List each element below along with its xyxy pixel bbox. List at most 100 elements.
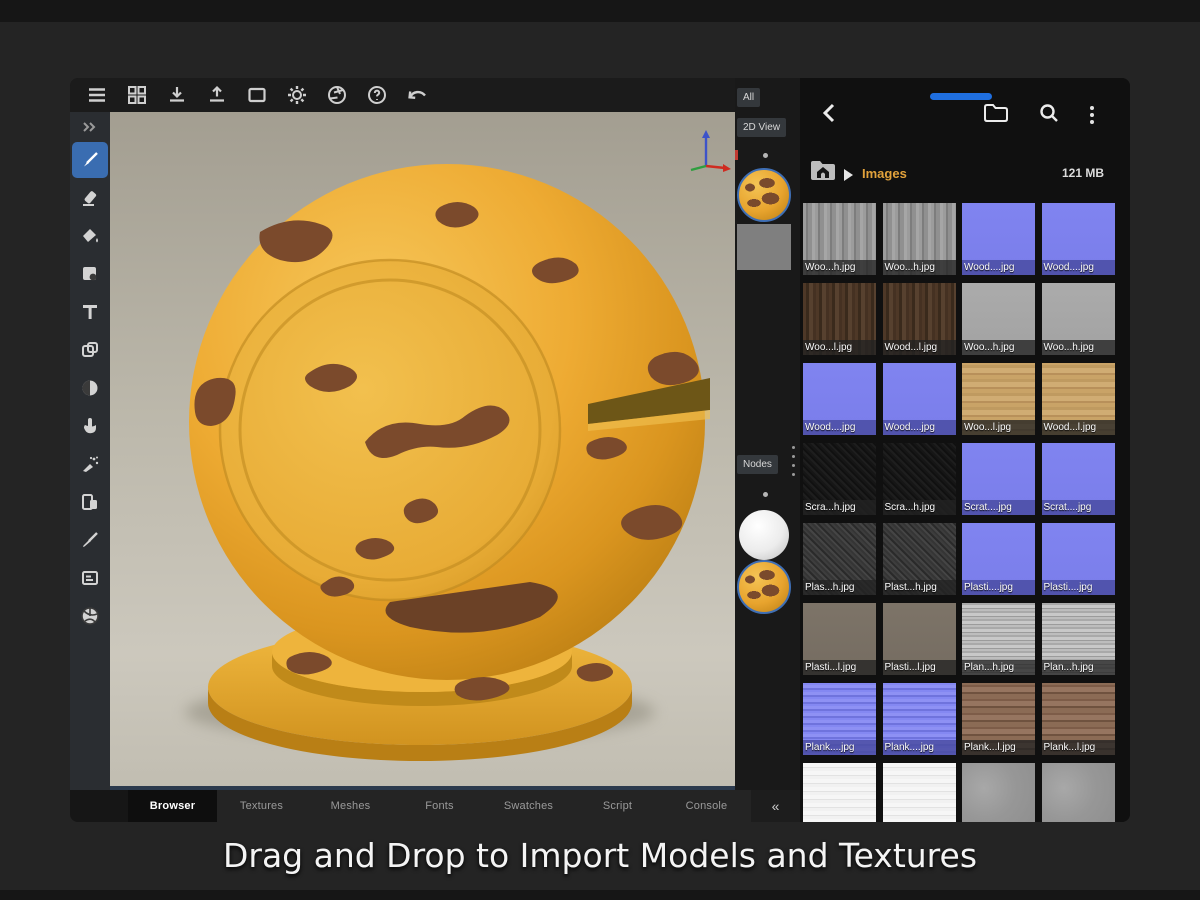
tool-smudge[interactable] <box>72 408 108 444</box>
tab-meshes[interactable]: Meshes <box>306 790 395 822</box>
texture-filename: Scra...h.jpg <box>883 500 956 515</box>
back-button[interactable] <box>818 104 840 126</box>
texture-item[interactable]: Plasti...l.jpg <box>803 603 876 675</box>
texture-filename: Wood....jpg <box>962 260 1035 275</box>
import-button[interactable] <box>164 82 190 108</box>
tool-fill[interactable] <box>72 218 108 254</box>
texture-item[interactable]: Plank....jpg <box>803 683 876 755</box>
export-button[interactable] <box>204 82 230 108</box>
apps-grid-icon <box>125 83 149 107</box>
texture-filename: Woo...h.jpg <box>962 340 1035 355</box>
texture-item[interactable]: Plank....jpg <box>883 683 956 755</box>
hamburger-icon <box>85 83 109 107</box>
material-thumbnail-yellow[interactable] <box>737 560 791 614</box>
texture-item[interactable] <box>883 763 956 822</box>
texture-item[interactable] <box>803 763 876 822</box>
tool-blur[interactable] <box>72 370 108 406</box>
texture-item[interactable]: Plan...h.jpg <box>962 603 1035 675</box>
sidebar-expand-button[interactable] <box>82 118 98 140</box>
texture-filename: Scrat....jpg <box>962 500 1035 515</box>
tab-nodes[interactable]: Nodes <box>737 455 778 474</box>
tab-script[interactable]: Script <box>573 790 662 822</box>
apps-button[interactable] <box>124 82 150 108</box>
texture-item[interactable]: Plasti....jpg <box>1042 523 1115 595</box>
texture-item[interactable]: Woo...h.jpg <box>962 283 1035 355</box>
texture-item[interactable]: Woo...l.jpg <box>803 283 876 355</box>
tool-material[interactable] <box>72 598 108 634</box>
tab-textures[interactable]: Textures <box>217 790 306 822</box>
texture-item[interactable]: Wood...l.jpg <box>883 283 956 355</box>
smudge-finger-icon <box>79 415 101 437</box>
viewport-3d[interactable] <box>110 112 735 790</box>
search-icon <box>1037 101 1061 130</box>
download-icon <box>165 83 189 107</box>
texture-item[interactable] <box>1042 763 1115 822</box>
tool-picker[interactable] <box>72 522 108 558</box>
texture-item[interactable]: Wood....jpg <box>803 363 876 435</box>
texture-item[interactable]: Woo...h.jpg <box>1042 283 1115 355</box>
search-button[interactable] <box>1036 102 1062 128</box>
texture-item[interactable]: Plank...l.jpg <box>1042 683 1115 755</box>
back-chevron-icon <box>822 102 836 129</box>
particle-spray-icon <box>79 453 101 475</box>
texture-filename: Plank...l.jpg <box>1042 740 1115 755</box>
material-thumbnail-white[interactable] <box>739 510 789 560</box>
texture-item[interactable]: Plan...h.jpg <box>1042 603 1115 675</box>
file-browser-panel: Images 121 MB Woo...h.jpgWoo...h.jpgWood… <box>800 78 1130 822</box>
texture-item[interactable] <box>962 763 1035 822</box>
texture-item[interactable]: Wood...l.jpg <box>1042 363 1115 435</box>
render-button[interactable] <box>324 82 350 108</box>
texture-item[interactable]: Scrat....jpg <box>962 443 1035 515</box>
texture-item[interactable]: Wood....jpg <box>883 363 956 435</box>
overflow-menu-button[interactable] <box>1084 104 1100 126</box>
texture-item[interactable]: Plast...h.jpg <box>883 523 956 595</box>
bottom-tab-bar: BrowserTexturesMeshesFontsSwatchesScript… <box>70 790 800 822</box>
texture-item[interactable]: Wood....jpg <box>1042 203 1115 275</box>
tab-console[interactable]: Console <box>662 790 751 822</box>
undo-button[interactable] <box>404 82 430 108</box>
texture-item[interactable]: Woo...h.jpg <box>883 203 956 275</box>
texture-item[interactable]: Woo...h.jpg <box>803 203 876 275</box>
texture-item[interactable]: Scra...h.jpg <box>883 443 956 515</box>
add-layer-button[interactable] <box>763 153 768 158</box>
home-button[interactable] <box>808 158 838 186</box>
texture-item[interactable]: Plasti....jpg <box>962 523 1035 595</box>
letterbox-top <box>0 0 1200 22</box>
help-button[interactable] <box>364 82 390 108</box>
texture-filename: Plank....jpg <box>883 740 956 755</box>
tool-eraser[interactable] <box>72 180 108 216</box>
window-button[interactable] <box>244 82 270 108</box>
caption-text: Drag and Drop to Import Models and Textu… <box>0 836 1200 875</box>
texture-item[interactable]: Scra...h.jpg <box>803 443 876 515</box>
tool-particle[interactable] <box>72 446 108 482</box>
texture-item[interactable]: Scrat....jpg <box>1042 443 1115 515</box>
tab-2d-view[interactable]: 2D View <box>737 118 786 137</box>
texture-filename: Plas...h.jpg <box>803 580 876 595</box>
tabbar-collapse-button[interactable]: « <box>751 790 800 822</box>
layer-thumbnail-gray[interactable] <box>737 224 791 270</box>
breadcrumb-folder[interactable]: Images <box>862 166 907 181</box>
texture-item[interactable]: Plank...l.jpg <box>962 683 1035 755</box>
tool-decal[interactable] <box>72 256 108 292</box>
tab-browser[interactable]: Browser <box>128 790 217 822</box>
text-icon <box>79 301 101 323</box>
texture-filename: Plasti...l.jpg <box>883 660 956 675</box>
menu-button[interactable] <box>84 82 110 108</box>
material-thumbnail-selected[interactable] <box>737 168 791 222</box>
add-material-button[interactable] <box>763 492 768 497</box>
tab-all[interactable]: All <box>737 88 760 107</box>
texture-item[interactable]: Woo...l.jpg <box>962 363 1035 435</box>
panel-drag-handle[interactable] <box>792 446 795 476</box>
tool-colorid[interactable] <box>72 484 108 520</box>
tab-fonts[interactable]: Fonts <box>395 790 484 822</box>
tool-text[interactable] <box>72 294 108 330</box>
tool-brush[interactable] <box>72 142 108 178</box>
texture-item[interactable]: Plasti...l.jpg <box>883 603 956 675</box>
tool-script[interactable] <box>72 560 108 596</box>
texture-item[interactable]: Wood....jpg <box>962 203 1035 275</box>
texture-item[interactable]: Plas...h.jpg <box>803 523 876 595</box>
tool-clone[interactable] <box>72 332 108 368</box>
tab-swatches[interactable]: Swatches <box>484 790 573 822</box>
settings-button[interactable] <box>284 82 310 108</box>
folder-view-button[interactable] <box>982 102 1010 128</box>
